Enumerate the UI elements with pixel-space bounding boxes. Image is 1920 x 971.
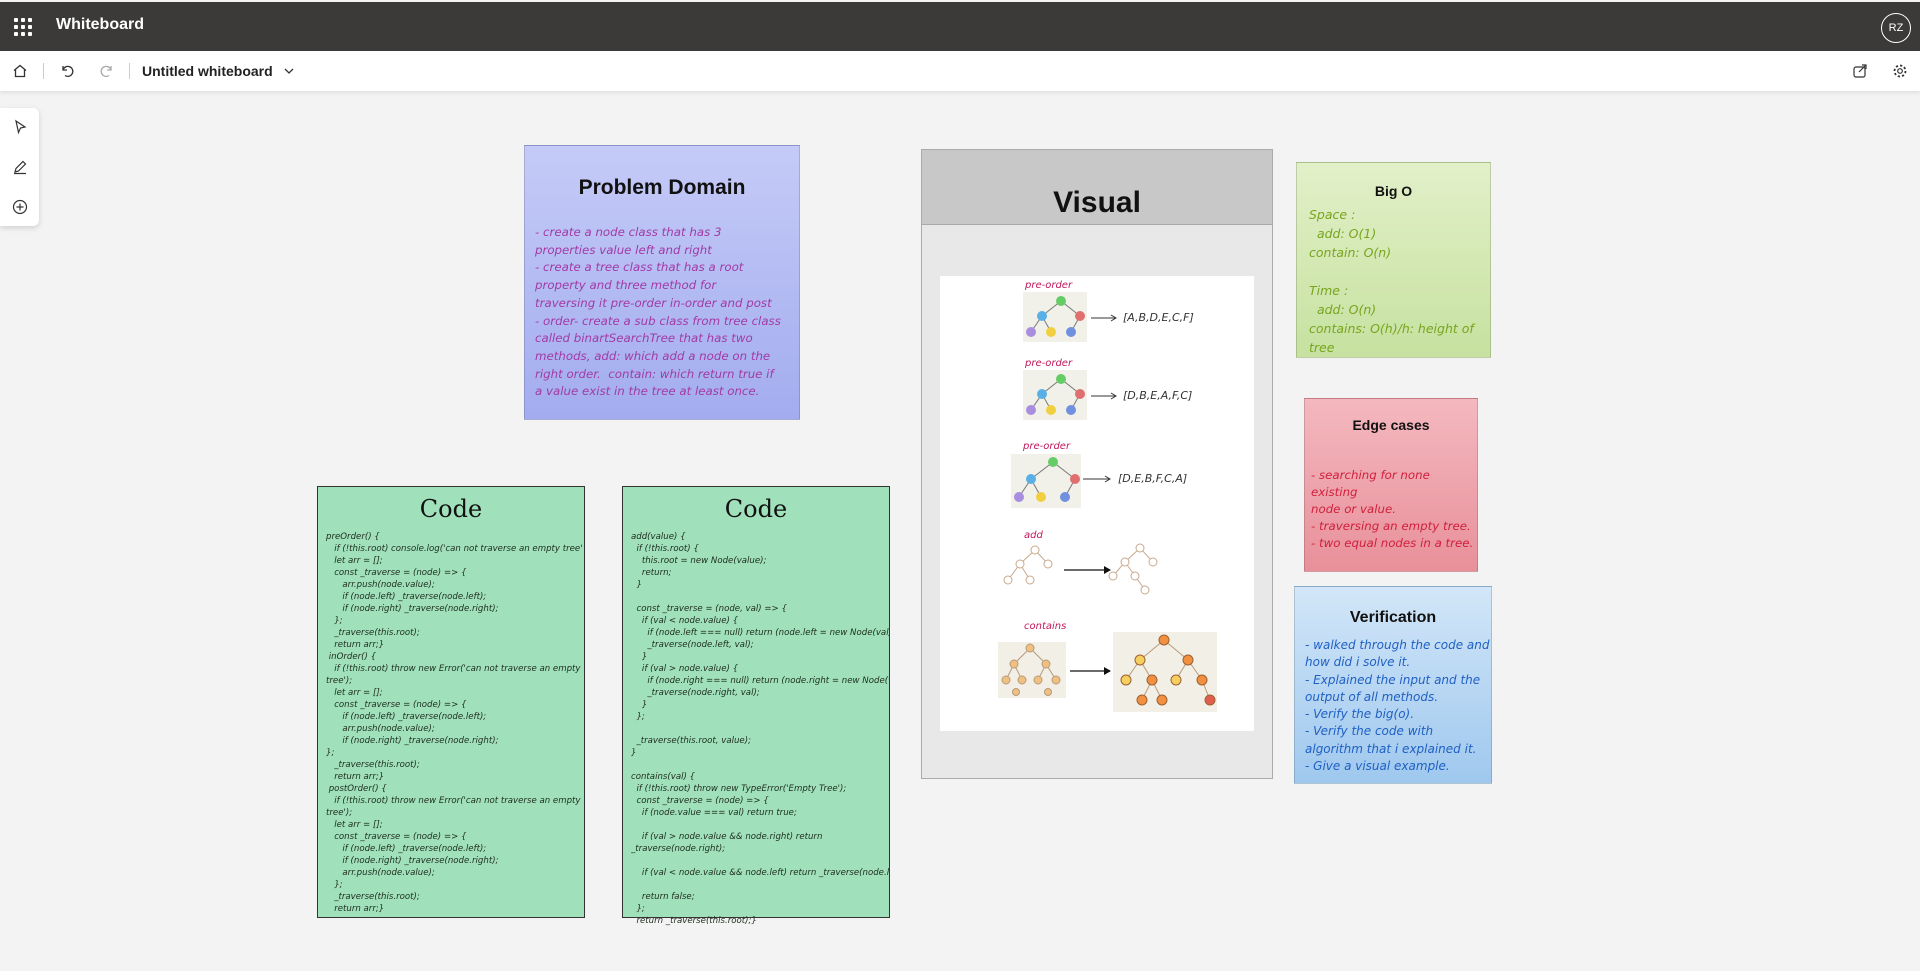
traversal-result: [D,E,B,F,C,A] bbox=[1118, 472, 1188, 485]
visual-frame[interactable]: Visual pre-order [A,B,D,E,C,F] pre-order… bbox=[921, 149, 1273, 779]
undo-icon[interactable] bbox=[56, 60, 78, 82]
home-icon[interactable] bbox=[9, 60, 31, 82]
code-title: Code bbox=[419, 495, 483, 523]
problem-domain-text: - create a node class that has 3 properti… bbox=[535, 225, 781, 399]
code-text: preOrder() { if (!this.root) console.log… bbox=[326, 532, 582, 914]
tree-diagram bbox=[1023, 370, 1117, 420]
edge-cases-note[interactable]: Edge cases - searching for none existing… bbox=[1304, 398, 1478, 572]
code-title: Code bbox=[724, 495, 788, 523]
whiteboard-name[interactable]: Untitled whiteboard bbox=[142, 63, 273, 79]
traversal-result: [A,B,D,E,C,F] bbox=[1123, 311, 1194, 324]
add-node-diagram bbox=[1003, 543, 1158, 595]
edge-cases-title: Edge cases bbox=[1352, 417, 1430, 433]
big-o-title: Big O bbox=[1374, 183, 1413, 199]
code-note-add-contains[interactable]: Code add(value) { if (!this.root) { this… bbox=[622, 486, 890, 926]
problem-domain-note[interactable]: Problem Domain - create a node class tha… bbox=[524, 145, 800, 420]
avatar[interactable]: RZ bbox=[1881, 13, 1911, 43]
edge-cases-text: - searching for none existing node or val… bbox=[1311, 468, 1474, 550]
tree-diagram bbox=[1011, 454, 1111, 508]
toolbar: Untitled whiteboard bbox=[0, 51, 1920, 91]
visual-label: contains bbox=[1024, 621, 1067, 632]
verification-note[interactable]: Verification - walked through the code a… bbox=[1294, 586, 1492, 784]
contains-diagram bbox=[998, 632, 1217, 712]
app-launcher-icon[interactable] bbox=[14, 18, 32, 36]
visual-label: pre-order bbox=[1025, 280, 1073, 291]
tool-palette bbox=[0, 108, 39, 226]
redo-icon[interactable] bbox=[96, 60, 118, 82]
big-o-note[interactable]: Big O Space : add: O(1) contain: O(n) Time… bbox=[1296, 162, 1491, 358]
visual-image: pre-order [A,B,D,E,C,F] pre-order [D,B,E… bbox=[940, 276, 1254, 731]
settings-gear-icon[interactable] bbox=[1889, 60, 1911, 82]
app-title: Whiteboard bbox=[56, 16, 144, 33]
toolbar-divider bbox=[129, 63, 130, 79]
big-o-text: Space : add: O(1) contain: O(n) Time : add… bbox=[1309, 207, 1474, 355]
visual-label: pre-order bbox=[1023, 441, 1071, 452]
app-title-bar: Whiteboard RZ bbox=[0, 2, 1920, 51]
select-pointer-icon[interactable] bbox=[9, 116, 31, 138]
add-icon[interactable] bbox=[9, 196, 31, 218]
traversal-result: [D,B,E,A,F,C] bbox=[1123, 389, 1193, 402]
visual-title: Visual bbox=[1053, 186, 1141, 219]
share-icon[interactable] bbox=[1849, 60, 1871, 82]
verification-text: - walked through the code and how did i s… bbox=[1305, 638, 1490, 774]
tree-diagram bbox=[1023, 292, 1117, 342]
visual-label: pre-order bbox=[1025, 358, 1073, 369]
pen-icon[interactable] bbox=[9, 156, 31, 178]
verification-title: Verification bbox=[1349, 609, 1437, 626]
code-text: add(value) { if (!this.root) { this.root… bbox=[631, 532, 889, 926]
toolbar-divider bbox=[43, 63, 44, 79]
visual-label: add bbox=[1024, 530, 1043, 541]
problem-domain-title: Problem Domain bbox=[578, 176, 746, 199]
chevron-down-icon[interactable] bbox=[278, 60, 300, 82]
code-note-traversals[interactable]: Code preOrder() { if (!this.root) consol… bbox=[317, 486, 585, 918]
